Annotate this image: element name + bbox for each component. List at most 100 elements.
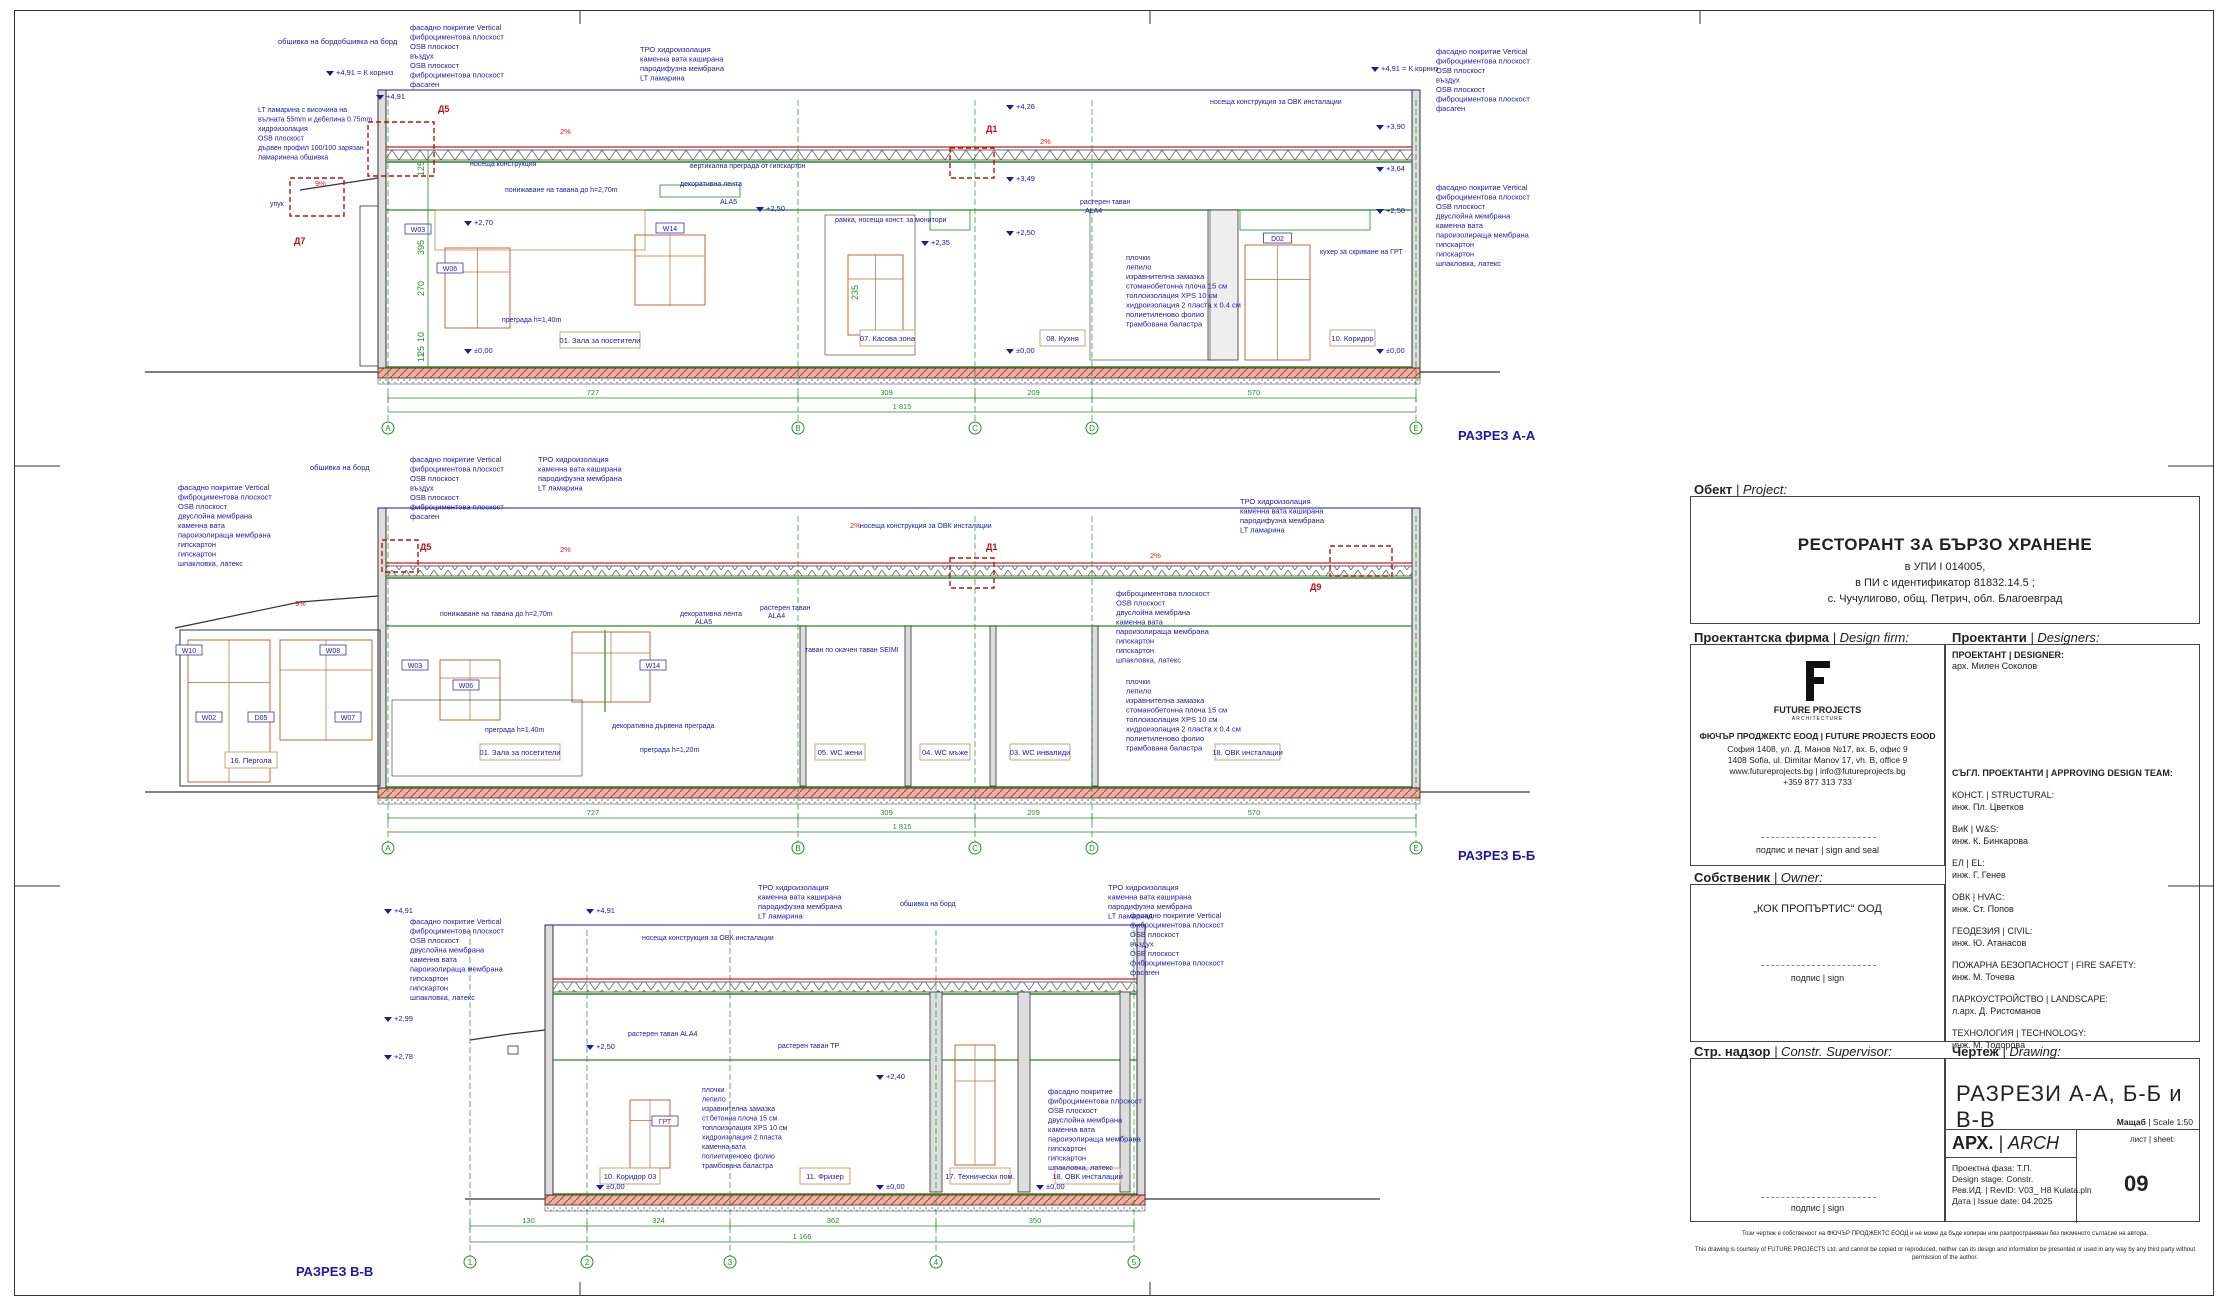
level-text: +2,78 (394, 1052, 413, 1061)
note-line: ТРО хидроизолация (1108, 883, 1179, 892)
annotation: преграда h=1,40m (502, 317, 561, 324)
note-lt-sheet: LT ламарина с височина на вълната 55mm и … (258, 107, 372, 162)
detail-callout-label: Д7 (294, 236, 305, 246)
level-text: +2,40 (886, 1072, 905, 1081)
window-tag-label: W03 (411, 227, 426, 234)
detail-callout-label: Д1 (986, 124, 997, 134)
note-line: изравнителна замазка (1126, 272, 1205, 281)
level-marker (596, 1185, 604, 1190)
note-line: фасаген (410, 80, 439, 89)
note-facade-right: фасадно покритие Verticalфиброциментова … (1436, 47, 1530, 113)
note-line: OSB плоскост (1436, 66, 1486, 75)
note-line: OSB плоскост (410, 936, 460, 945)
level-text: +4,91 = К корниз (336, 68, 394, 77)
room-name: 16. Пергола (230, 756, 272, 765)
section-title: РАЗРЕЗ А-А (1458, 428, 1536, 443)
note-line: гипскартон (410, 974, 448, 983)
axis-label: C (972, 844, 978, 853)
room-name: 04. WC мъже (922, 748, 968, 757)
note-line: гипскартон (1048, 1144, 1086, 1153)
note-line: въздух (410, 484, 434, 493)
project-header: Обект | Project: (1694, 482, 1787, 497)
note-line: гипскартон (1116, 637, 1154, 646)
note-line: пароизолираща мембрана (1116, 627, 1210, 636)
note-line: шпакловка, латекс (178, 559, 243, 568)
note-line: фиброциментова плоскост (1130, 959, 1224, 968)
note-line: двуслойна мембрана (1436, 212, 1511, 221)
note-line: LT ламарина с височина на (258, 107, 347, 114)
team-name: инж. М. Точева (1952, 972, 2015, 982)
level-text: ±0,00 (1016, 346, 1035, 355)
team-role: ТЕХНОЛОГИЯ | TECHNOLOGY: (1952, 1028, 2087, 1038)
level-marker (1036, 1185, 1044, 1190)
team-name: инж. Пл. Цветков (1952, 802, 2024, 812)
team-role: ГЕОДЕЗИЯ | CIVIL: (1952, 926, 2033, 936)
axis-label: 5 (1132, 1258, 1137, 1267)
phase: Проектна фаза: Т.П. (1952, 1163, 2032, 1173)
axis-label: A (385, 844, 391, 853)
wall-left (377, 89, 387, 369)
detail-callout-label: Д5 (420, 542, 431, 552)
wc-wall (904, 625, 912, 787)
note-line: въздух (1436, 76, 1460, 85)
note-roof: ТРО хидроизолациякаменна вата каширанапа… (640, 45, 725, 83)
note-line: двуслойна мембрана (410, 946, 485, 955)
supervisor-sign: подпис | sign (1790, 1203, 1845, 1213)
note-line: каменна вата (178, 521, 226, 530)
note-line: шпакловка, латекс (1048, 1163, 1113, 1172)
window-tag-label: D02 (1271, 236, 1284, 243)
note-line: OSB плоскост (410, 42, 460, 51)
note-floor: плочкилепилоизравнителна замазкастоманоб… (1126, 677, 1241, 753)
roof-truss (385, 565, 1413, 577)
detail-callout-label: Д9 (1310, 582, 1321, 592)
level-marker (384, 909, 392, 914)
axis-label: B (795, 424, 800, 433)
counter-front (434, 209, 646, 251)
room-name: 10. Коридор 03 (604, 1172, 657, 1181)
level-marker (1376, 167, 1384, 172)
note-line: LT ламарина (758, 912, 804, 921)
dim-value: 270 (416, 281, 426, 296)
level-marker (326, 71, 334, 76)
note-line: плочки (702, 1087, 724, 1094)
note-line: OSB плоскост (1130, 930, 1180, 939)
note-line: лепило (1126, 687, 1151, 696)
note-line: фасаген (1130, 968, 1159, 977)
room-name: 18. ОВК инсталации (1052, 1172, 1123, 1181)
note-wall-right: фасадно покритие Verticalфиброциментова … (1436, 183, 1530, 268)
note-line: фасадно покритие Vertical (1436, 47, 1528, 56)
level-marker (1006, 177, 1014, 182)
team-header: СЪГЛ. ПРОЕКТАНТИ | APPROVING DESIGN TEAM… (1952, 768, 2173, 778)
slope: 9% (315, 179, 326, 188)
dim-value: 362 (827, 1216, 840, 1225)
note-line: гипскартон (410, 984, 448, 993)
drawing-box: РАЗРЕЗИ А-А, Б-Б и В-В Мащаб | Scale 1:5… (1945, 1058, 2200, 1223)
project-line-1: в УПИ I 014005, (1904, 561, 1986, 573)
note-line: хидроизолация (258, 126, 308, 133)
window-tag-label: W06 (443, 266, 458, 273)
note-line: пародифузна мембрана (1240, 516, 1325, 525)
level-marker (876, 1075, 884, 1080)
annotation: носеща конструкция за ОВК инсталации (1210, 99, 1342, 106)
stage: Design stage: Constr. (1952, 1174, 2034, 1184)
note-line: фиброциментова плоскост (1130, 921, 1224, 930)
annotation: понижаване на тавана до h=2,70m (505, 187, 618, 194)
pergola-roof (174, 595, 379, 629)
level-text: +4,91 (386, 92, 405, 101)
note-line: ст.бетонна плоча 15 см (702, 1115, 777, 1123)
note-line: пароизолираща мембрана (410, 965, 504, 974)
note-cladding-edge: обшивка на борд (310, 463, 370, 472)
note-line: гипскартон (1436, 250, 1474, 259)
window-tag-label: W08 (326, 648, 341, 655)
note-line: фиброциментова плоскост (1436, 193, 1530, 202)
note-line: топлоизолация XPS 10 см (1126, 291, 1217, 300)
level-marker (1376, 125, 1384, 130)
team-member: ОВК | HVAC: инж. Ст. Попов (1952, 891, 2014, 915)
wall-left (544, 924, 554, 1196)
note-line: шпакловка, латекс (1436, 259, 1501, 268)
sheet-divider (2076, 1129, 2077, 1223)
note-line: фиброциментова плоскост (410, 33, 504, 42)
dim-value: 209 (1027, 808, 1040, 817)
section-title: РАЗРЕЗ Б-Б (1458, 848, 1535, 863)
note-line: лепило (1126, 263, 1151, 272)
